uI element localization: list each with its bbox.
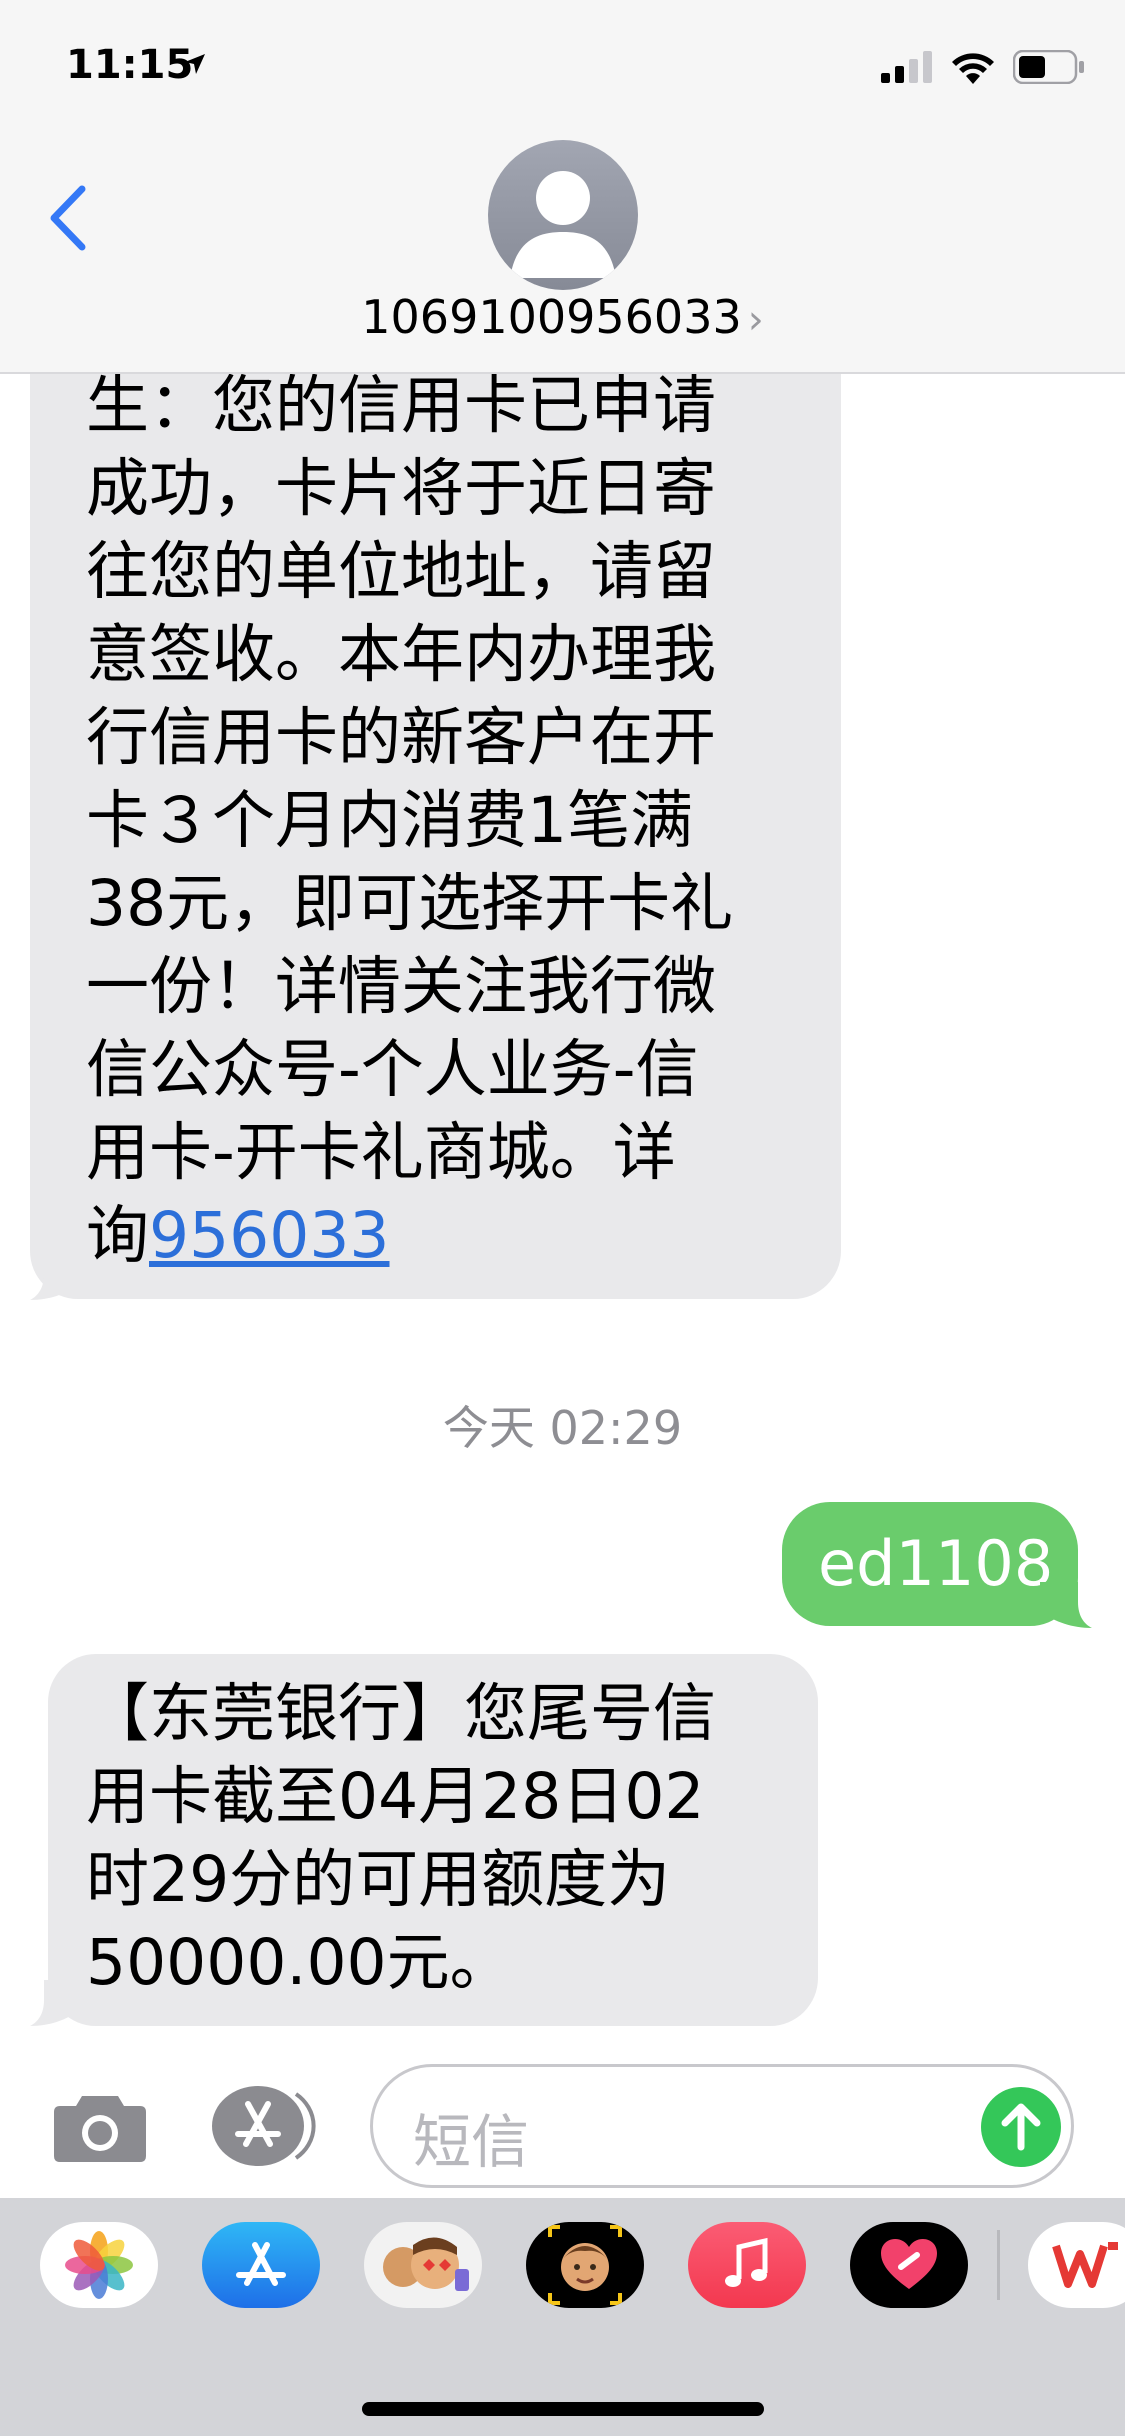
memoji-stickers-icon xyxy=(383,2237,469,2291)
drawer-divider xyxy=(997,2230,1000,2300)
music-app-icon[interactable] xyxy=(688,2222,806,2308)
bubble-tail xyxy=(30,1254,80,1300)
compose-bar: 短信 xyxy=(0,2054,1125,2198)
wps-office-icon xyxy=(1052,2242,1118,2288)
contact-avatar[interactable] xyxy=(488,140,638,290)
location-arrow-icon xyxy=(185,54,205,74)
bubble-tail xyxy=(30,1980,80,2026)
wps-office-app-icon[interactable] xyxy=(1028,2222,1125,2308)
app-store-app-icon[interactable] xyxy=(202,2222,320,2308)
person-silhouette-icon xyxy=(510,171,616,278)
phone-number-link[interactable]: 956033 xyxy=(149,1199,390,1272)
message-text: 生：您的信用卡已申请 成功，卡片将于近日寄 往您的单位地址，请留 意签收。本年内… xyxy=(86,374,734,1272)
status-indicators xyxy=(881,50,1085,84)
message-text: 【东莞银行】您尾号信 用卡截至04月28日02 时29分的可用额度为 50000… xyxy=(86,1677,716,1999)
arrow-up-icon xyxy=(1001,2103,1041,2151)
message-input-field[interactable]: 短信 xyxy=(370,2064,1074,2188)
contact-number[interactable]: 1069100956033 xyxy=(361,290,741,344)
conversation-header: 11:15 1069100956033 › xyxy=(0,0,1125,374)
bubble-tail xyxy=(1040,1582,1092,1628)
incoming-message-bubble[interactable]: 【东莞银行】您尾号信 用卡截至04月28日02 时29分的可用额度为 50000… xyxy=(48,1654,818,2026)
camera-icon[interactable] xyxy=(52,2090,148,2164)
home-indicator[interactable] xyxy=(362,2402,764,2416)
app-store-icon xyxy=(236,2242,286,2286)
battery-icon xyxy=(1013,50,1084,84)
memoji-stickers-app-icon[interactable] xyxy=(364,2222,482,2308)
photos-icon xyxy=(65,2231,133,2299)
send-button[interactable] xyxy=(981,2087,1061,2167)
chevron-right-icon: › xyxy=(747,297,764,343)
message-timestamp: 今天 02:29 xyxy=(442,1401,683,1455)
outgoing-message-bubble[interactable]: ed1108 xyxy=(782,1502,1078,1626)
wifi-icon xyxy=(952,53,994,84)
back-chevron-icon[interactable] xyxy=(48,185,88,251)
music-icon xyxy=(725,2237,768,2287)
app-store-button-icon[interactable] xyxy=(210,2084,318,2168)
cellular-signal-icon xyxy=(881,51,932,83)
photos-app-icon[interactable] xyxy=(40,2222,158,2308)
message-text: ed1108 xyxy=(818,1527,1054,1600)
imessage-app-drawer xyxy=(0,2198,1125,2436)
fitness-heart-icon xyxy=(881,2239,937,2289)
incoming-message-bubble[interactable]: 生：您的信用卡已申请 成功，卡片将于近日寄 往您的单位地址，请留 意签收。本年内… xyxy=(30,374,841,1299)
contact-name[interactable]: 1069100956033 › xyxy=(0,290,1125,344)
status-time: 11:15 xyxy=(66,42,194,88)
animoji-icon xyxy=(548,2225,622,2305)
message-thread[interactable]: 生：您的信用卡已申请 成功，卡片将于近日寄 往您的单位地址，请留 意签收。本年内… xyxy=(0,374,1125,2054)
fitness-heart-app-icon[interactable] xyxy=(850,2222,968,2308)
message-input-placeholder: 短信 xyxy=(413,2108,530,2176)
animoji-app-icon[interactable] xyxy=(526,2222,644,2308)
